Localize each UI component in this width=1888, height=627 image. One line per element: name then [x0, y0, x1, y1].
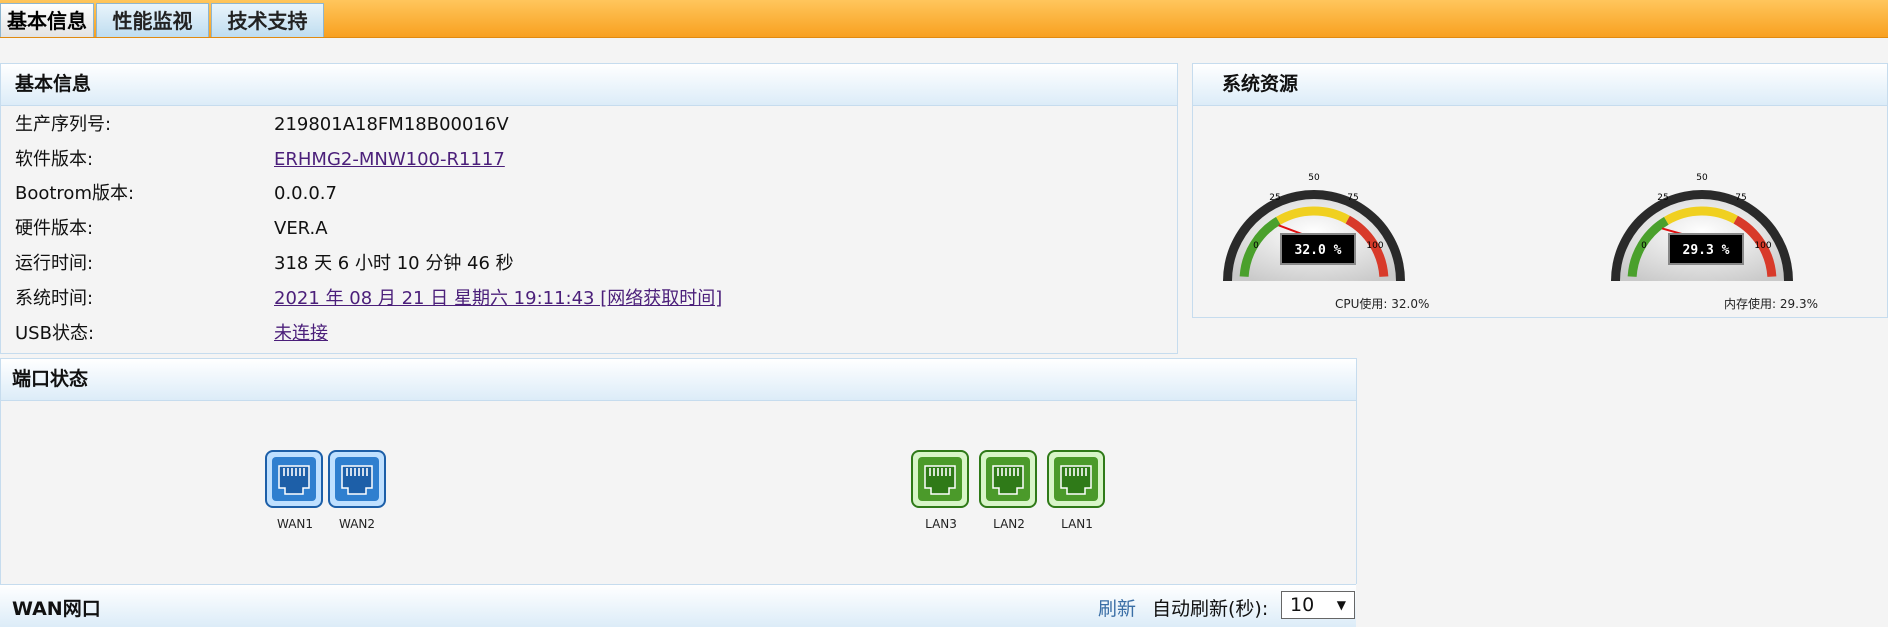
chevron-down-icon: ▼: [1336, 598, 1346, 612]
gauge-tick-label: 0: [1253, 241, 1259, 251]
memory-gauge: 0 25 50 75 100 29.3 %: [1611, 173, 1793, 281]
memory-usage-caption: 内存使用: 29.3%: [1724, 297, 1818, 311]
uptime-value: 318 天 6 小时 10 分钟 46 秒: [274, 253, 514, 274]
cpu-readout: 32.0 %: [1295, 243, 1342, 258]
gauge-tick-label: 50: [1308, 173, 1320, 183]
info-label: 运行时间:: [15, 253, 94, 274]
tab-performance-monitor[interactable]: 性能监视: [96, 3, 209, 37]
hardware-version: VER.A: [274, 218, 328, 239]
lan-port-icon[interactable]: [979, 450, 1037, 508]
software-version-link[interactable]: ERHMG2-MNW100-R1117: [274, 143, 505, 177]
wan-port-icon[interactable]: [328, 450, 386, 508]
memory-readout: 29.3 %: [1683, 243, 1730, 258]
port-label-lan3: LAN3: [925, 517, 957, 531]
tab-tech-support[interactable]: 技术支持: [211, 3, 324, 37]
port-label-wan1: WAN1: [276, 517, 314, 531]
gauge-tick-label: 25: [1269, 193, 1280, 203]
info-label: 硬件版本:: [15, 218, 94, 239]
usb-status-link[interactable]: 未连接: [274, 317, 328, 351]
wan-port-icon[interactable]: [265, 450, 323, 508]
auto-refresh-label: 自动刷新(秒):: [1152, 598, 1269, 620]
tab-basic-info[interactable]: 基本信息: [0, 3, 94, 37]
cpu-usage-caption: CPU使用: 32.0%: [1335, 297, 1430, 311]
wan-section-title: WAN网口: [12, 598, 101, 620]
system-time-link[interactable]: 2021 年 08 月 21 日 星期六 19:11:43 [网络获取时间]: [274, 282, 722, 316]
info-label: Bootrom版本:: [15, 183, 135, 204]
auto-refresh-select[interactable]: 10 ▼: [1281, 591, 1355, 619]
info-label: 生产序列号:: [15, 114, 112, 135]
lan-port-icon[interactable]: [1047, 450, 1105, 508]
port-label-wan2: WAN2: [338, 517, 376, 531]
refresh-link[interactable]: 刷新: [1098, 594, 1136, 621]
gauge-tick-label: 75: [1347, 193, 1358, 203]
info-label: USB状态:: [15, 323, 95, 344]
basic-info-title: 基本信息: [1, 64, 1177, 106]
lan-port-icon[interactable]: [911, 450, 969, 508]
port-label-lan1: LAN1: [1061, 517, 1093, 531]
port-status-title: 端口状态: [1, 359, 1356, 401]
gauge-tick-label: 100: [1754, 241, 1771, 251]
gauge-tick-label: 0: [1641, 241, 1647, 251]
gauge-tick-label: 25: [1657, 193, 1668, 203]
info-label: 软件版本:: [15, 149, 94, 170]
auto-refresh-value: 10: [1290, 594, 1315, 616]
port-status-panel: 端口状态: [0, 358, 1357, 584]
system-resources-title: 系统资源: [1193, 64, 1887, 106]
info-label: 系统时间:: [15, 288, 94, 309]
serial-number: 219801A18FM18B00016V: [274, 114, 509, 135]
gauge-tick-label: 100: [1366, 241, 1383, 251]
bootrom-version: 0.0.0.7: [274, 183, 337, 204]
cpu-gauge: 0 25 50 75 100 32.0 %: [1223, 173, 1405, 281]
tab-bar: 基本信息 性能监视 技术支持: [0, 0, 1888, 38]
gauge-tick-label: 75: [1735, 193, 1746, 203]
gauge-tick-label: 50: [1696, 173, 1708, 183]
port-label-lan2: LAN2: [993, 517, 1025, 531]
